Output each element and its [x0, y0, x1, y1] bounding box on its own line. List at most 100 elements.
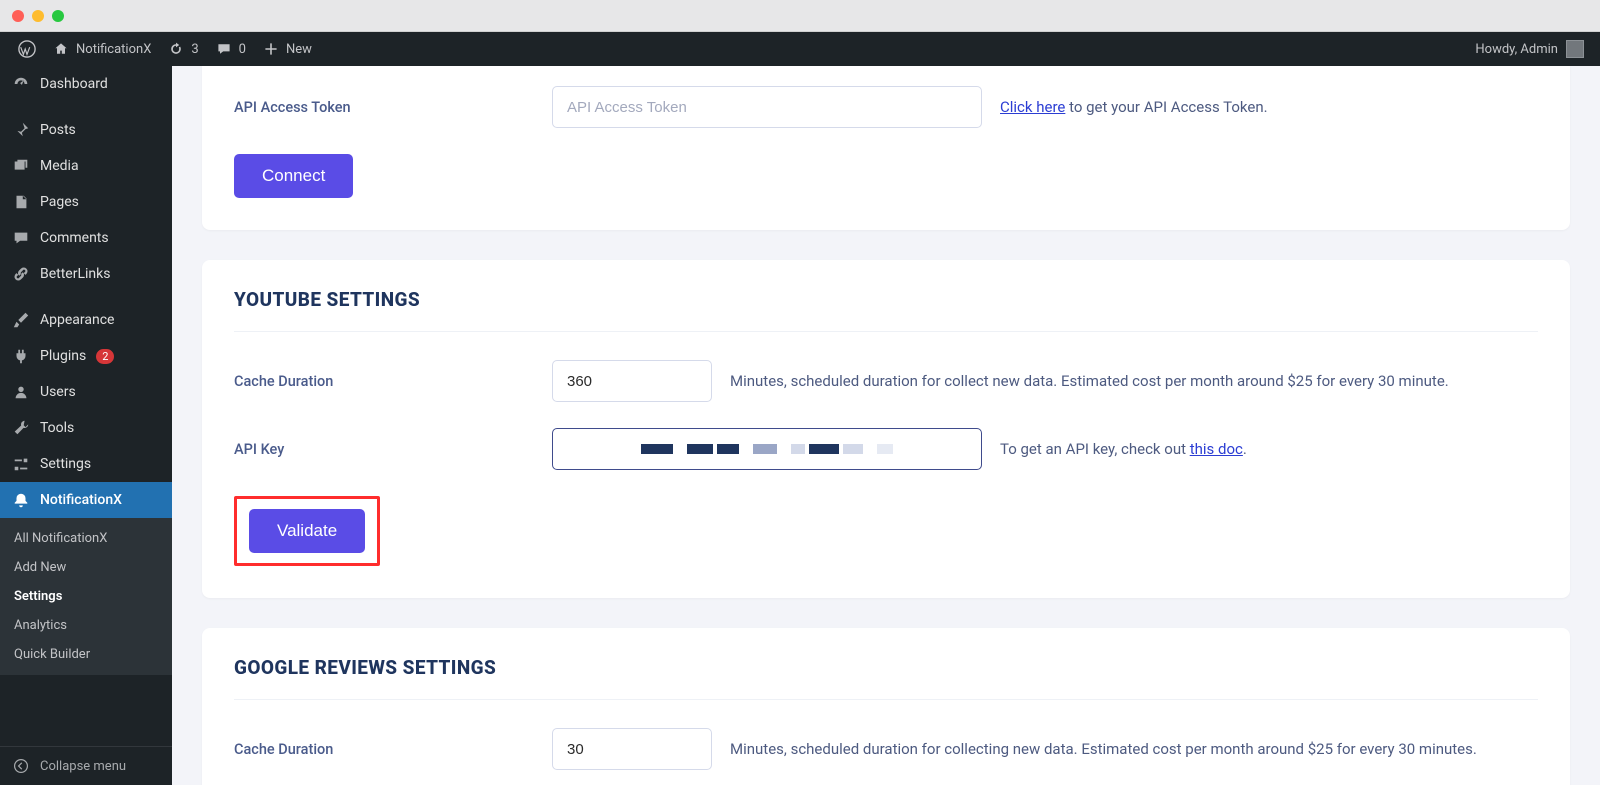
sidebar-item-notificationx[interactable]: NotificationX — [0, 482, 172, 518]
plugin-icon — [12, 347, 30, 365]
bell-icon — [12, 491, 30, 509]
sidebar-item-dashboard[interactable]: Dashboard — [0, 66, 172, 102]
media-icon — [12, 157, 30, 175]
sidebar-item-betterlinks[interactable]: BetterLinks — [0, 256, 172, 292]
wrench-icon — [12, 419, 30, 437]
sidebar-item-media[interactable]: Media — [0, 148, 172, 184]
comments-count: 0 — [239, 42, 246, 57]
sidebar-item-label: Pages — [40, 194, 79, 210]
validate-button[interactable]: Validate — [249, 509, 365, 553]
sidebar-item-label: Dashboard — [40, 76, 108, 92]
sidebar-item-label: Media — [40, 158, 79, 174]
sidebar-item-label: Tools — [40, 420, 74, 436]
yt-apikey-doc-link[interactable]: this doc — [1190, 440, 1243, 458]
connect-button[interactable]: Connect — [234, 154, 353, 198]
user-icon — [12, 383, 30, 401]
sliders-icon — [12, 455, 30, 473]
greeting-text: Howdy, Admin — [1475, 42, 1558, 57]
sidebar-item-comments[interactable]: Comments — [0, 220, 172, 256]
sidebar-item-pages[interactable]: Pages — [0, 184, 172, 220]
collapse-icon — [12, 757, 30, 775]
wordpress-icon — [18, 40, 36, 58]
admin-sidebar: Dashboard Posts Media Pages Comments Bet… — [0, 66, 172, 785]
sidebar-item-posts[interactable]: Posts — [0, 112, 172, 148]
sidebar-item-users[interactable]: Users — [0, 374, 172, 410]
api-token-input[interactable] — [552, 86, 982, 128]
submenu-all-notificationx[interactable]: All NotificationX — [0, 524, 172, 553]
masked-segment — [791, 444, 805, 454]
updates-count: 3 — [191, 42, 198, 57]
comment-icon — [215, 40, 233, 58]
new-content-link[interactable]: New — [254, 32, 320, 66]
site-name: NotificationX — [76, 42, 151, 57]
collapse-menu[interactable]: Collapse menu — [0, 746, 172, 785]
sidebar-item-label: Plugins — [40, 348, 86, 364]
minimize-window-icon[interactable] — [32, 10, 44, 22]
submenu-settings[interactable]: Settings — [0, 582, 172, 611]
label-gr-cache: Cache Duration — [234, 741, 552, 758]
plus-icon — [262, 40, 280, 58]
user-menu[interactable]: Howdy, Admin — [1475, 40, 1590, 58]
pin-icon — [12, 121, 30, 139]
submenu-add-new[interactable]: Add New — [0, 553, 172, 582]
sidebar-item-label: Settings — [40, 456, 91, 472]
yt-apikey-input[interactable] — [552, 428, 982, 470]
api-token-helper-link[interactable]: Click here — [1000, 98, 1065, 116]
youtube-heading: YOUTUBE SETTINGS — [234, 260, 1538, 332]
masked-segment — [843, 444, 863, 454]
panel-api-token: API Access Token Click here to get your … — [202, 66, 1570, 230]
close-window-icon[interactable] — [12, 10, 24, 22]
sidebar-item-label: NotificationX — [40, 492, 122, 508]
sidebar-item-label: Appearance — [40, 312, 114, 328]
masked-segment — [717, 444, 739, 454]
updates-link[interactable]: 3 — [159, 32, 206, 66]
comments-link[interactable]: 0 — [207, 32, 254, 66]
new-label: New — [286, 42, 312, 57]
sidebar-item-settings[interactable]: Settings — [0, 446, 172, 482]
zoom-window-icon[interactable] — [52, 10, 64, 22]
pages-icon — [12, 193, 30, 211]
sidebar-item-label: Comments — [40, 230, 109, 246]
wp-logo-menu[interactable] — [10, 32, 44, 66]
api-token-helper: Click here to get your API Access Token. — [1000, 98, 1268, 116]
collapse-label: Collapse menu — [40, 759, 126, 774]
dashboard-icon — [12, 75, 30, 93]
masked-segment — [877, 444, 893, 454]
label-yt-cache: Cache Duration — [234, 373, 552, 390]
masked-segment — [641, 444, 673, 454]
gr-cache-input[interactable] — [552, 728, 712, 770]
home-icon — [52, 40, 70, 58]
site-link[interactable]: NotificationX — [44, 32, 159, 66]
brush-icon — [12, 311, 30, 329]
masked-segment — [809, 444, 839, 454]
masked-segment — [687, 444, 713, 454]
yt-apikey-helper: To get an API key, check out this doc. — [1000, 440, 1247, 458]
label-api-token: API Access Token — [234, 99, 552, 116]
yt-cache-input[interactable] — [552, 360, 712, 402]
content-area: API Access Token Click here to get your … — [172, 66, 1600, 785]
row-api-token: API Access Token Click here to get your … — [234, 86, 1538, 128]
google-heading: GOOGLE REVIEWS SETTINGS — [234, 628, 1538, 700]
row-gr-cache: Cache Duration Minutes, scheduled durati… — [234, 728, 1538, 770]
sidebar-item-tools[interactable]: Tools — [0, 410, 172, 446]
link-icon — [12, 265, 30, 283]
gr-cache-helper: Minutes, scheduled duration for collecti… — [730, 740, 1477, 758]
row-yt-apikey: API Key To get an API — [234, 428, 1538, 470]
admin-bar: NotificationX 3 0 New Howdy, Admin — [0, 32, 1600, 66]
yt-cache-helper: Minutes, scheduled duration for collect … — [730, 372, 1449, 390]
masked-segment — [753, 444, 777, 454]
sidebar-submenu: All NotificationX Add New Settings Analy… — [0, 518, 172, 675]
sidebar-item-appearance[interactable]: Appearance — [0, 302, 172, 338]
panel-google-reviews: GOOGLE REVIEWS SETTINGS Cache Duration M… — [202, 628, 1570, 785]
sidebar-item-plugins[interactable]: Plugins 2 — [0, 338, 172, 374]
sidebar-item-label: Posts — [40, 122, 76, 138]
submenu-quick-builder[interactable]: Quick Builder — [0, 640, 172, 669]
row-yt-cache: Cache Duration Minutes, scheduled durati… — [234, 360, 1538, 402]
avatar-icon — [1566, 40, 1584, 58]
sidebar-item-label: Users — [40, 384, 76, 400]
sidebar-item-label: BetterLinks — [40, 266, 110, 282]
refresh-icon — [167, 40, 185, 58]
submenu-analytics[interactable]: Analytics — [0, 611, 172, 640]
plugins-update-badge: 2 — [96, 349, 114, 364]
label-yt-apikey: API Key — [234, 441, 552, 458]
